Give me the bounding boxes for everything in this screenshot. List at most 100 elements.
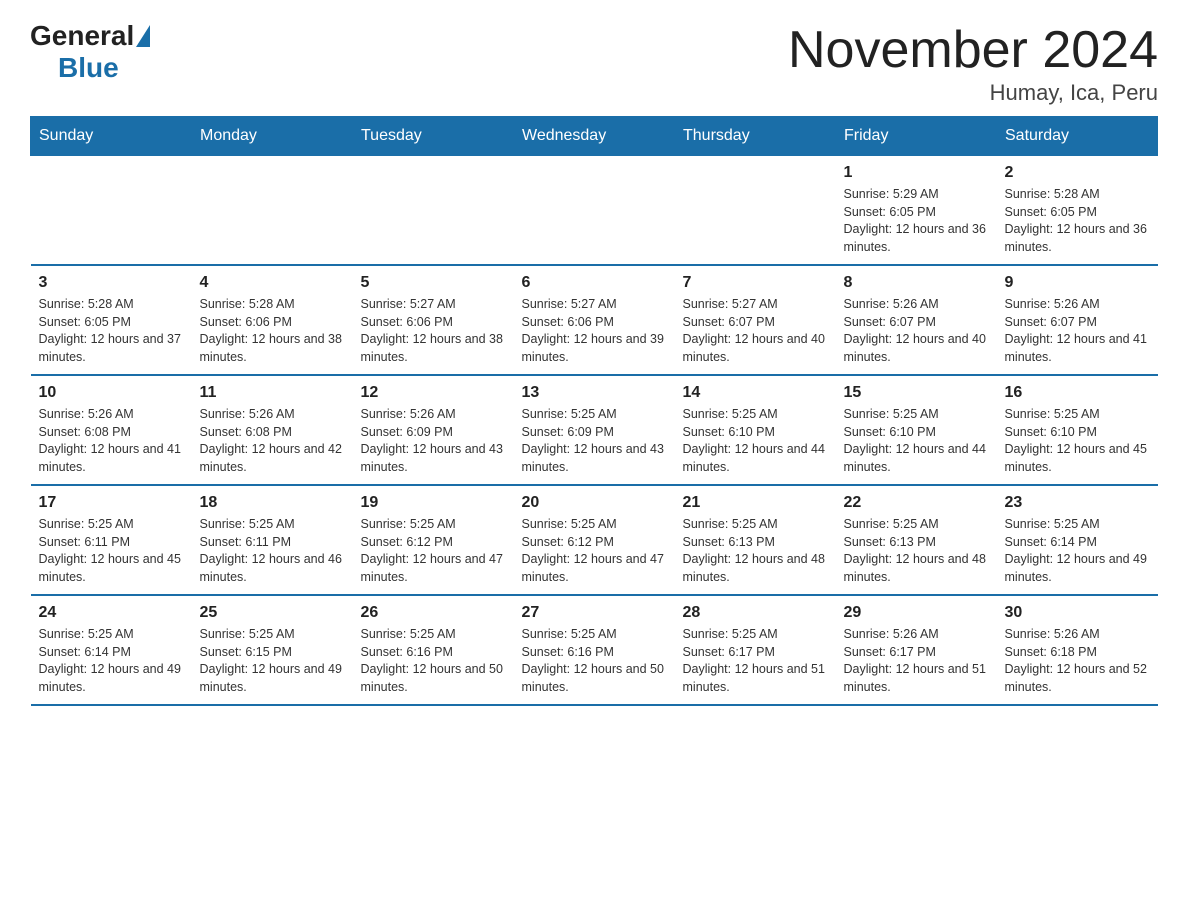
calendar-cell bbox=[675, 156, 836, 266]
day-info: Sunrise: 5:28 AMSunset: 6:06 PMDaylight:… bbox=[200, 296, 345, 366]
day-number: 8 bbox=[844, 274, 989, 292]
calendar-cell: 18 Sunrise: 5:25 AMSunset: 6:11 PMDayligh… bbox=[192, 485, 353, 595]
calendar-header-row: SundayMondayTuesdayWednesdayThursdayFrid… bbox=[31, 117, 1158, 156]
day-number: 27 bbox=[522, 604, 667, 622]
day-number: 21 bbox=[683, 494, 828, 512]
title-area: November 2024 Humay, Ica, Peru bbox=[788, 20, 1158, 106]
weekday-header-wednesday: Wednesday bbox=[514, 117, 675, 156]
day-info: Sunrise: 5:26 AMSunset: 6:07 PMDaylight:… bbox=[844, 296, 989, 366]
calendar-cell: 1 Sunrise: 5:29 AMSunset: 6:05 PMDaylight… bbox=[836, 156, 997, 266]
day-info: Sunrise: 5:25 AMSunset: 6:15 PMDaylight:… bbox=[200, 626, 345, 696]
day-number: 19 bbox=[361, 494, 506, 512]
weekday-header-tuesday: Tuesday bbox=[353, 117, 514, 156]
calendar-week-row: 17 Sunrise: 5:25 AMSunset: 6:11 PMDayligh… bbox=[31, 485, 1158, 595]
calendar-cell: 4 Sunrise: 5:28 AMSunset: 6:06 PMDaylight… bbox=[192, 265, 353, 375]
calendar-cell: 8 Sunrise: 5:26 AMSunset: 6:07 PMDaylight… bbox=[836, 265, 997, 375]
calendar-cell: 21Sunrise: 5:25 AMSunset: 6:13 PMDayligh… bbox=[675, 485, 836, 595]
calendar-week-row: 24 Sunrise: 5:25 AMSunset: 6:14 PMDayligh… bbox=[31, 595, 1158, 705]
day-number: 11 bbox=[200, 384, 345, 402]
calendar-week-row: 3 Sunrise: 5:28 AMSunset: 6:05 PMDaylight… bbox=[31, 265, 1158, 375]
day-info: Sunrise: 5:25 AMSunset: 6:14 PMDaylight:… bbox=[1005, 516, 1150, 586]
calendar-week-row: 1 Sunrise: 5:29 AMSunset: 6:05 PMDaylight… bbox=[31, 156, 1158, 266]
day-number: 9 bbox=[1005, 274, 1150, 292]
calendar-cell: 9Sunrise: 5:26 AMSunset: 6:07 PMDaylight… bbox=[997, 265, 1158, 375]
day-info: Sunrise: 5:25 AMSunset: 6:09 PMDaylight:… bbox=[522, 406, 667, 476]
day-number: 22 bbox=[844, 494, 989, 512]
day-info: Sunrise: 5:25 AMSunset: 6:10 PMDaylight:… bbox=[844, 406, 989, 476]
logo-triangle-icon bbox=[136, 25, 150, 47]
calendar-cell: 11 Sunrise: 5:26 AMSunset: 6:08 PMDayligh… bbox=[192, 375, 353, 485]
day-info: Sunrise: 5:26 AMSunset: 6:08 PMDaylight:… bbox=[200, 406, 345, 476]
day-info: Sunrise: 5:29 AMSunset: 6:05 PMDaylight:… bbox=[844, 186, 989, 256]
calendar-cell: 15Sunrise: 5:25 AMSunset: 6:10 PMDayligh… bbox=[836, 375, 997, 485]
calendar-cell: 25 Sunrise: 5:25 AMSunset: 6:15 PMDayligh… bbox=[192, 595, 353, 705]
day-number: 28 bbox=[683, 604, 828, 622]
calendar-cell: 29 Sunrise: 5:26 AMSunset: 6:17 PMDayligh… bbox=[836, 595, 997, 705]
day-number: 2 bbox=[1005, 164, 1150, 182]
calendar-cell: 27 Sunrise: 5:25 AMSunset: 6:16 PMDayligh… bbox=[514, 595, 675, 705]
calendar-title: November 2024 bbox=[788, 20, 1158, 80]
calendar-cell: 12 Sunrise: 5:26 AMSunset: 6:09 PMDayligh… bbox=[353, 375, 514, 485]
calendar-cell: 5 Sunrise: 5:27 AMSunset: 6:06 PMDaylight… bbox=[353, 265, 514, 375]
day-info: Sunrise: 5:26 AMSunset: 6:18 PMDaylight:… bbox=[1005, 626, 1150, 696]
day-info: Sunrise: 5:25 AMSunset: 6:12 PMDaylight:… bbox=[522, 516, 667, 586]
day-info: Sunrise: 5:25 AMSunset: 6:11 PMDaylight:… bbox=[200, 516, 345, 586]
calendar-cell bbox=[514, 156, 675, 266]
day-info: Sunrise: 5:28 AMSunset: 6:05 PMDaylight:… bbox=[1005, 186, 1150, 256]
day-info: Sunrise: 5:25 AMSunset: 6:10 PMDaylight:… bbox=[1005, 406, 1150, 476]
calendar-cell: 24 Sunrise: 5:25 AMSunset: 6:14 PMDayligh… bbox=[31, 595, 192, 705]
day-number: 10 bbox=[39, 384, 184, 402]
calendar-subtitle: Humay, Ica, Peru bbox=[788, 80, 1158, 106]
day-info: Sunrise: 5:27 AMSunset: 6:06 PMDaylight:… bbox=[522, 296, 667, 366]
day-number: 3 bbox=[39, 274, 184, 292]
day-info: Sunrise: 5:25 AMSunset: 6:11 PMDaylight:… bbox=[39, 516, 184, 586]
day-number: 5 bbox=[361, 274, 506, 292]
weekday-header-thursday: Thursday bbox=[675, 117, 836, 156]
calendar-cell: 6 Sunrise: 5:27 AMSunset: 6:06 PMDaylight… bbox=[514, 265, 675, 375]
day-number: 13 bbox=[522, 384, 667, 402]
day-number: 6 bbox=[522, 274, 667, 292]
day-info: Sunrise: 5:26 AMSunset: 6:09 PMDaylight:… bbox=[361, 406, 506, 476]
weekday-header-monday: Monday bbox=[192, 117, 353, 156]
day-info: Sunrise: 5:25 AMSunset: 6:17 PMDaylight:… bbox=[683, 626, 828, 696]
calendar-week-row: 10 Sunrise: 5:26 AMSunset: 6:08 PMDayligh… bbox=[31, 375, 1158, 485]
day-number: 29 bbox=[844, 604, 989, 622]
logo-blue: Blue bbox=[58, 52, 119, 84]
logo-general: General bbox=[30, 20, 134, 52]
calendar-cell bbox=[31, 156, 192, 266]
calendar-cell: 22 Sunrise: 5:25 AMSunset: 6:13 PMDayligh… bbox=[836, 485, 997, 595]
day-number: 18 bbox=[200, 494, 345, 512]
day-number: 12 bbox=[361, 384, 506, 402]
day-info: Sunrise: 5:28 AMSunset: 6:05 PMDaylight:… bbox=[39, 296, 184, 366]
calendar-cell: 23 Sunrise: 5:25 AMSunset: 6:14 PMDayligh… bbox=[997, 485, 1158, 595]
day-number: 20 bbox=[522, 494, 667, 512]
calendar-cell: 13 Sunrise: 5:25 AMSunset: 6:09 PMDayligh… bbox=[514, 375, 675, 485]
day-number: 4 bbox=[200, 274, 345, 292]
calendar-cell: 28 Sunrise: 5:25 AMSunset: 6:17 PMDayligh… bbox=[675, 595, 836, 705]
weekday-header-friday: Friday bbox=[836, 117, 997, 156]
day-number: 17 bbox=[39, 494, 184, 512]
day-info: Sunrise: 5:25 AMSunset: 6:13 PMDaylight:… bbox=[844, 516, 989, 586]
day-number: 30 bbox=[1005, 604, 1150, 622]
day-number: 7 bbox=[683, 274, 828, 292]
calendar-cell: 3 Sunrise: 5:28 AMSunset: 6:05 PMDaylight… bbox=[31, 265, 192, 375]
header: General Blue November 2024 Humay, Ica, P… bbox=[30, 20, 1158, 106]
day-number: 25 bbox=[200, 604, 345, 622]
day-number: 1 bbox=[844, 164, 989, 182]
weekday-header-saturday: Saturday bbox=[997, 117, 1158, 156]
day-info: Sunrise: 5:25 AMSunset: 6:14 PMDaylight:… bbox=[39, 626, 184, 696]
calendar-cell bbox=[192, 156, 353, 266]
day-number: 23 bbox=[1005, 494, 1150, 512]
day-number: 26 bbox=[361, 604, 506, 622]
day-number: 24 bbox=[39, 604, 184, 622]
day-info: Sunrise: 5:25 AMSunset: 6:16 PMDaylight:… bbox=[522, 626, 667, 696]
logo: General Blue bbox=[30, 20, 150, 84]
day-info: Sunrise: 5:25 AMSunset: 6:10 PMDaylight:… bbox=[683, 406, 828, 476]
day-info: Sunrise: 5:27 AMSunset: 6:06 PMDaylight:… bbox=[361, 296, 506, 366]
calendar-cell: 14Sunrise: 5:25 AMSunset: 6:10 PMDayligh… bbox=[675, 375, 836, 485]
day-number: 16 bbox=[1005, 384, 1150, 402]
calendar-cell: 10Sunrise: 5:26 AMSunset: 6:08 PMDayligh… bbox=[31, 375, 192, 485]
day-info: Sunrise: 5:27 AMSunset: 6:07 PMDaylight:… bbox=[683, 296, 828, 366]
day-info: Sunrise: 5:26 AMSunset: 6:17 PMDaylight:… bbox=[844, 626, 989, 696]
calendar-cell bbox=[353, 156, 514, 266]
